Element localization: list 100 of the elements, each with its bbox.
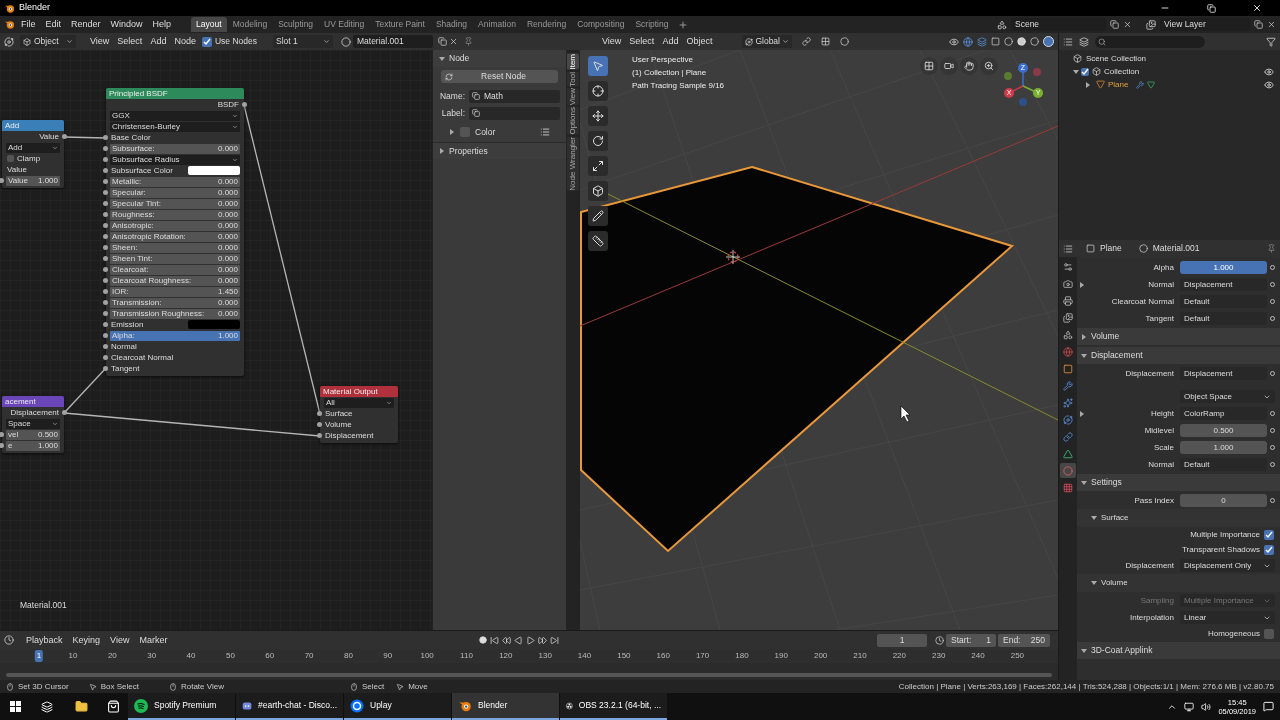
frame-number[interactable]: 1 [34, 650, 44, 662]
gizmo-icon[interactable] [963, 36, 973, 47]
node-value-field[interactable]: e 1.000 [6, 440, 60, 451]
workspace-tab[interactable]: Layout [191, 17, 227, 32]
dropdown[interactable]: Object Space [1180, 390, 1275, 403]
menu-item[interactable]: View [106, 633, 134, 647]
dropdown[interactable]: Displacement Only [1180, 559, 1275, 572]
node-dropdown[interactable]: Space [6, 418, 60, 429]
workspace-tab[interactable]: Shading [430, 17, 473, 32]
outliner-item-label[interactable]: Plane [1108, 78, 1129, 91]
next-keyframe-icon[interactable] [538, 635, 548, 645]
collapsed-arrow-icon[interactable] [449, 129, 455, 135]
menu-item[interactable]: Select [113, 35, 147, 48]
editor-type-icon[interactable] [1063, 243, 1073, 254]
workspace-tab[interactable]: Texture Paint [370, 17, 430, 32]
play-reverse-icon[interactable] [514, 635, 524, 645]
node-value-field[interactable]: Alpha: 1.000 [110, 330, 240, 341]
panel-header[interactable]: Settings [1077, 474, 1280, 491]
orbit-icon[interactable] [1060, 412, 1076, 427]
cube-icon[interactable] [588, 181, 608, 201]
taskbar-app-button[interactable]: Uplay [344, 693, 451, 720]
duplicate-icon[interactable] [437, 37, 447, 46]
link-icon[interactable] [1060, 429, 1076, 444]
close-icon[interactable] [1123, 20, 1132, 29]
printer-icon[interactable] [1060, 293, 1076, 308]
eye-icon[interactable] [1264, 79, 1274, 90]
xray-icon[interactable] [991, 37, 1000, 46]
close-icon[interactable] [1267, 20, 1276, 29]
number-field[interactable]: 1.000 [1180, 261, 1267, 274]
sidebar-tab[interactable]: Tool [567, 71, 579, 87]
outliner-item-label[interactable]: Scene Collection [1086, 52, 1147, 65]
new-layer-icon[interactable] [1254, 20, 1263, 29]
subpanel-header[interactable]: Volume [1077, 574, 1280, 592]
current-frame-field[interactable]: 1 [877, 633, 927, 647]
editor-type-icon[interactable] [4, 635, 14, 645]
snap-icon[interactable] [821, 37, 831, 46]
taskbar-app-button[interactable]: Spotify Premium [128, 693, 235, 720]
checkbox[interactable] [1081, 67, 1089, 76]
material-field[interactable]: Material.001 [352, 35, 433, 48]
node-card[interactable] [106, 88, 244, 376]
socket-link-field[interactable]: Displacement [1180, 278, 1267, 291]
checkbox[interactable] [1264, 628, 1274, 639]
outliner-item-label[interactable]: Collection [1104, 65, 1140, 78]
ruler-icon[interactable] [588, 231, 608, 251]
subpanel-header[interactable]: Surface [1077, 509, 1280, 527]
socket-link-field[interactable]: Default [1180, 458, 1267, 471]
taskbar-app-button[interactable]: Blender [452, 693, 559, 720]
view-layer-field[interactable]: View Layer [1160, 18, 1250, 31]
menu-item[interactable]: Help [148, 18, 176, 31]
scale-icon[interactable] [588, 156, 608, 176]
node-value-field[interactable]: Transmission: 0.000 [110, 297, 240, 308]
node-value-field[interactable]: Sheen: 0.000 [110, 242, 240, 253]
socket-link-field[interactable]: Default [1180, 312, 1267, 325]
node-value-field[interactable]: IOR: 1.450 [110, 286, 240, 297]
menu-item[interactable]: Window [106, 18, 147, 31]
checkbox[interactable] [7, 155, 14, 162]
node-dropdown[interactable]: GGX [110, 110, 240, 121]
menu-item[interactable]: File [17, 18, 40, 31]
mode-dropdown[interactable]: Object [20, 35, 76, 48]
node-dropdown[interactable]: Add [6, 142, 60, 153]
notifications-icon[interactable] [1263, 701, 1274, 712]
node-value-field[interactable]: Anisotropic: 0.000 [110, 220, 240, 231]
record-icon[interactable] [479, 636, 488, 644]
start-frame-field[interactable]: Start: 1 [946, 633, 996, 647]
node-value-field[interactable]: Clearcoat: 0.000 [110, 264, 240, 275]
pin-icon[interactable] [1267, 244, 1276, 253]
scene-field[interactable]: Scene [1011, 18, 1106, 31]
taskbar-app-button[interactable]: #earth-chat - Disco... [236, 693, 343, 720]
panel-header[interactable]: Properties [433, 142, 566, 159]
workspace-tab[interactable]: Animation [473, 17, 521, 32]
sidebar-tab[interactable]: View [567, 88, 579, 106]
workspace-tab[interactable]: UV Editing [319, 17, 370, 32]
wrench-icon[interactable] [1060, 378, 1076, 393]
workspace-tab[interactable]: Rendering [521, 17, 572, 32]
number-field[interactable]: 0 [1180, 494, 1267, 507]
node-value-field[interactable]: Clearcoat Roughness: 0.000 [110, 275, 240, 286]
list-icon[interactable] [540, 127, 550, 137]
end-frame-field[interactable]: End: 250 [998, 633, 1050, 647]
menu-item[interactable]: Keying [68, 633, 105, 647]
visibility-icon[interactable] [949, 36, 959, 47]
workspace-tab[interactable]: Sculpting [273, 17, 319, 32]
zoom-icon[interactable] [980, 57, 998, 75]
menu-item[interactable]: View [598, 35, 626, 48]
scene-icon[interactable] [997, 19, 1007, 30]
name-field[interactable]: Math [469, 89, 560, 103]
collapsed-arrow-icon[interactable] [1079, 410, 1085, 417]
color-swatch[interactable] [188, 166, 240, 175]
workspace-tab[interactable]: Compositing [572, 17, 630, 32]
node-value-field[interactable]: Transmission Roughness: 0.000 [110, 308, 240, 319]
search-field[interactable] [1095, 35, 1205, 48]
grid-icon[interactable] [920, 57, 938, 75]
collapsed-arrow-icon[interactable] [1085, 81, 1091, 88]
menu-item[interactable]: Playback [22, 633, 67, 647]
camera-icon[interactable] [940, 57, 958, 75]
socket-link-field[interactable]: Displacement [1180, 367, 1267, 380]
menu-item[interactable]: Add [658, 35, 683, 48]
prev-keyframe-icon[interactable] [502, 635, 512, 645]
collapsed-arrow-icon[interactable] [1079, 281, 1085, 288]
menu-item[interactable]: Edit [41, 18, 66, 31]
proportional-icon[interactable] [840, 37, 850, 46]
